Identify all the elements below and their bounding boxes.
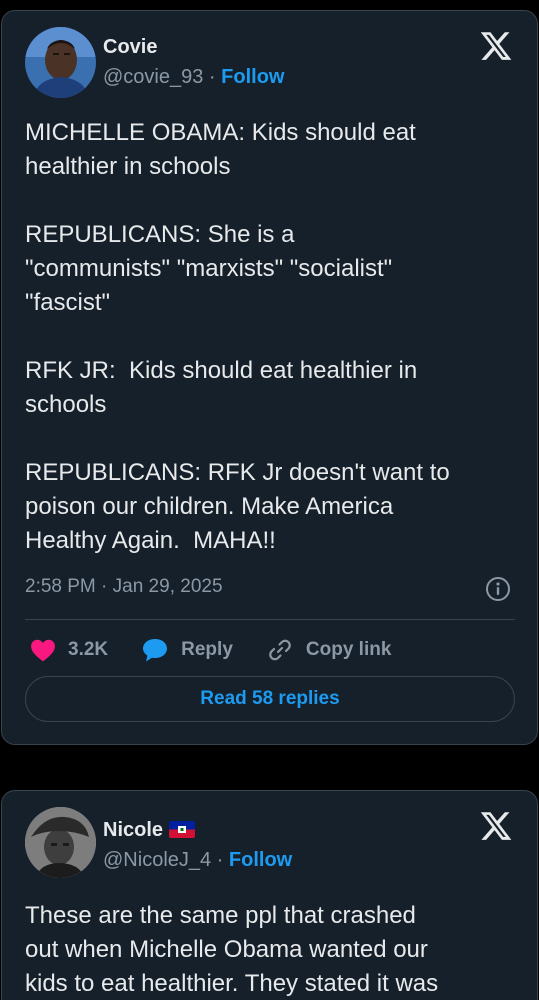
like-button[interactable]: 3.2K bbox=[30, 638, 108, 662]
tweet-timestamp[interactable]: 2:58 PM · Jan 29, 2025 bbox=[25, 576, 223, 598]
tweet-card[interactable]: Nicole @NicoleJ_4 · Follow These are the… bbox=[1, 790, 538, 1000]
reply-label: Reply bbox=[181, 639, 233, 660]
reply-button[interactable]: Reply bbox=[141, 637, 233, 663]
action-bar: 3.2K Reply Copy link bbox=[30, 635, 424, 665]
author-name[interactable]: Nicole bbox=[103, 819, 196, 842]
separator-dot: · bbox=[203, 66, 222, 88]
author-handle-row: @NicoleJ_4 · Follow bbox=[103, 849, 292, 872]
tweet-text: MICHELLE OBAMA: Kids should eat healthie… bbox=[25, 119, 450, 554]
info-icon[interactable] bbox=[485, 576, 511, 602]
avatar[interactable] bbox=[25, 27, 96, 98]
tweet-text: These are the same ppl that crashed out … bbox=[25, 902, 439, 997]
x-logo-icon[interactable] bbox=[479, 809, 513, 843]
separator-dot: · bbox=[211, 849, 229, 871]
author-handle[interactable]: @NicoleJ_4 bbox=[103, 849, 211, 871]
avatar[interactable] bbox=[25, 807, 96, 878]
link-icon bbox=[269, 639, 291, 661]
x-logo-icon[interactable] bbox=[479, 29, 513, 63]
copy-link-button[interactable]: Copy link bbox=[266, 636, 392, 664]
heart-icon bbox=[31, 639, 55, 662]
follow-button[interactable]: Follow bbox=[229, 849, 292, 871]
haiti-flag-icon bbox=[169, 821, 196, 838]
tweet-header: Nicole @NicoleJ_4 · Follow bbox=[2, 791, 537, 891]
follow-button[interactable]: Follow bbox=[221, 66, 284, 88]
read-replies-button[interactable]: Read 58 replies bbox=[25, 676, 515, 722]
speech-bubble-icon bbox=[143, 639, 168, 662]
divider bbox=[25, 619, 515, 620]
author-name[interactable]: Covie bbox=[103, 36, 157, 59]
author-handle-row: @covie_93 · Follow bbox=[103, 66, 284, 89]
author-name-text: Nicole bbox=[103, 819, 164, 841]
author-handle[interactable]: @covie_93 bbox=[103, 66, 203, 88]
tweet-header: Covie @covie_93 · Follow bbox=[2, 11, 537, 111]
tweet-card[interactable]: Covie @covie_93 · Follow MICHELLE OBAMA:… bbox=[1, 10, 538, 745]
like-count: 3.2K bbox=[68, 639, 109, 660]
copy-link-label: Copy link bbox=[305, 639, 392, 660]
